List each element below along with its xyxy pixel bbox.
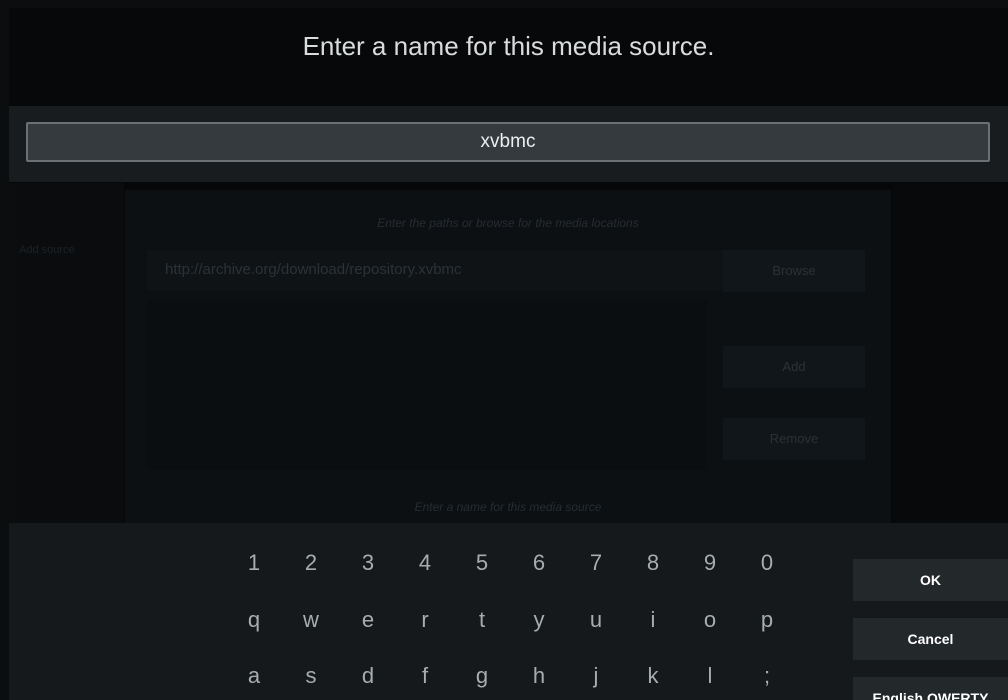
key-5[interactable]: 5 <box>467 538 497 588</box>
ok-button[interactable]: OK <box>853 559 1008 601</box>
key-u[interactable]: u <box>581 595 611 645</box>
key-4[interactable]: 4 <box>410 538 440 588</box>
key-3[interactable]: 3 <box>353 538 383 588</box>
background-side-panel <box>9 183 124 528</box>
cancel-button[interactable]: Cancel <box>853 618 1008 660</box>
key-e[interactable]: e <box>353 595 383 645</box>
background-source-path: http://archive.org/download/repository.x… <box>147 250 725 290</box>
background-right-panel <box>893 183 1008 528</box>
key-j[interactable]: j <box>581 651 611 700</box>
background-add-source-dialog: Enter the paths or browse for the media … <box>125 190 891 530</box>
key-q[interactable]: q <box>239 595 269 645</box>
key-w[interactable]: w <box>296 595 326 645</box>
key-r[interactable]: r <box>410 595 440 645</box>
key-k[interactable]: k <box>638 651 668 700</box>
key-0[interactable]: 0 <box>752 538 782 588</box>
key-6[interactable]: 6 <box>524 538 554 588</box>
key-p[interactable]: p <box>752 595 782 645</box>
qwerty-key-row: qwertyuiop <box>239 595 819 655</box>
key-h[interactable]: h <box>524 651 554 700</box>
key-semicolon[interactable]: ; <box>752 651 782 700</box>
key-o[interactable]: o <box>695 595 725 645</box>
key-f[interactable]: f <box>410 651 440 700</box>
media-source-name-input[interactable] <box>26 122 990 162</box>
key-y[interactable]: y <box>524 595 554 645</box>
background-paths-hint: Enter the paths or browse for the media … <box>377 216 639 230</box>
input-bar <box>9 106 1008 182</box>
key-8[interactable]: 8 <box>638 538 668 588</box>
background-side-label: Add source <box>19 244 75 256</box>
key-1[interactable]: 1 <box>239 538 269 588</box>
virtual-keyboard-dialog: Add source Enter the paths or browse for… <box>9 8 1008 700</box>
background-path-list <box>147 300 707 470</box>
key-7[interactable]: 7 <box>581 538 611 588</box>
digit-key-row: 1234567890 <box>239 538 819 598</box>
key-t[interactable]: t <box>467 595 497 645</box>
key-g[interactable]: g <box>467 651 497 700</box>
key-2[interactable]: 2 <box>296 538 326 588</box>
key-i[interactable]: i <box>638 595 668 645</box>
key-d[interactable]: d <box>353 651 383 700</box>
background-add-button: Add <box>723 346 865 388</box>
keyboard-layout-button[interactable]: English QWERTY <box>853 677 1008 700</box>
dialog-title: Enter a name for this media source. <box>9 8 1008 106</box>
background-remove-button: Remove <box>723 418 865 460</box>
background-browse-button: Browse <box>723 250 865 292</box>
key-a[interactable]: a <box>239 651 269 700</box>
on-screen-keyboard: 1234567890 qwertyuiop a s d f g h j k l; OK Canc… <box>9 523 1008 700</box>
key-9[interactable]: 9 <box>695 538 725 588</box>
background-name-hint: Enter a name for this media source <box>414 500 602 514</box>
asdf-key-row: a s d f g h j k l; <box>239 651 819 700</box>
key-s[interactable]: s <box>296 651 326 700</box>
key-l[interactable]: l <box>695 651 725 700</box>
